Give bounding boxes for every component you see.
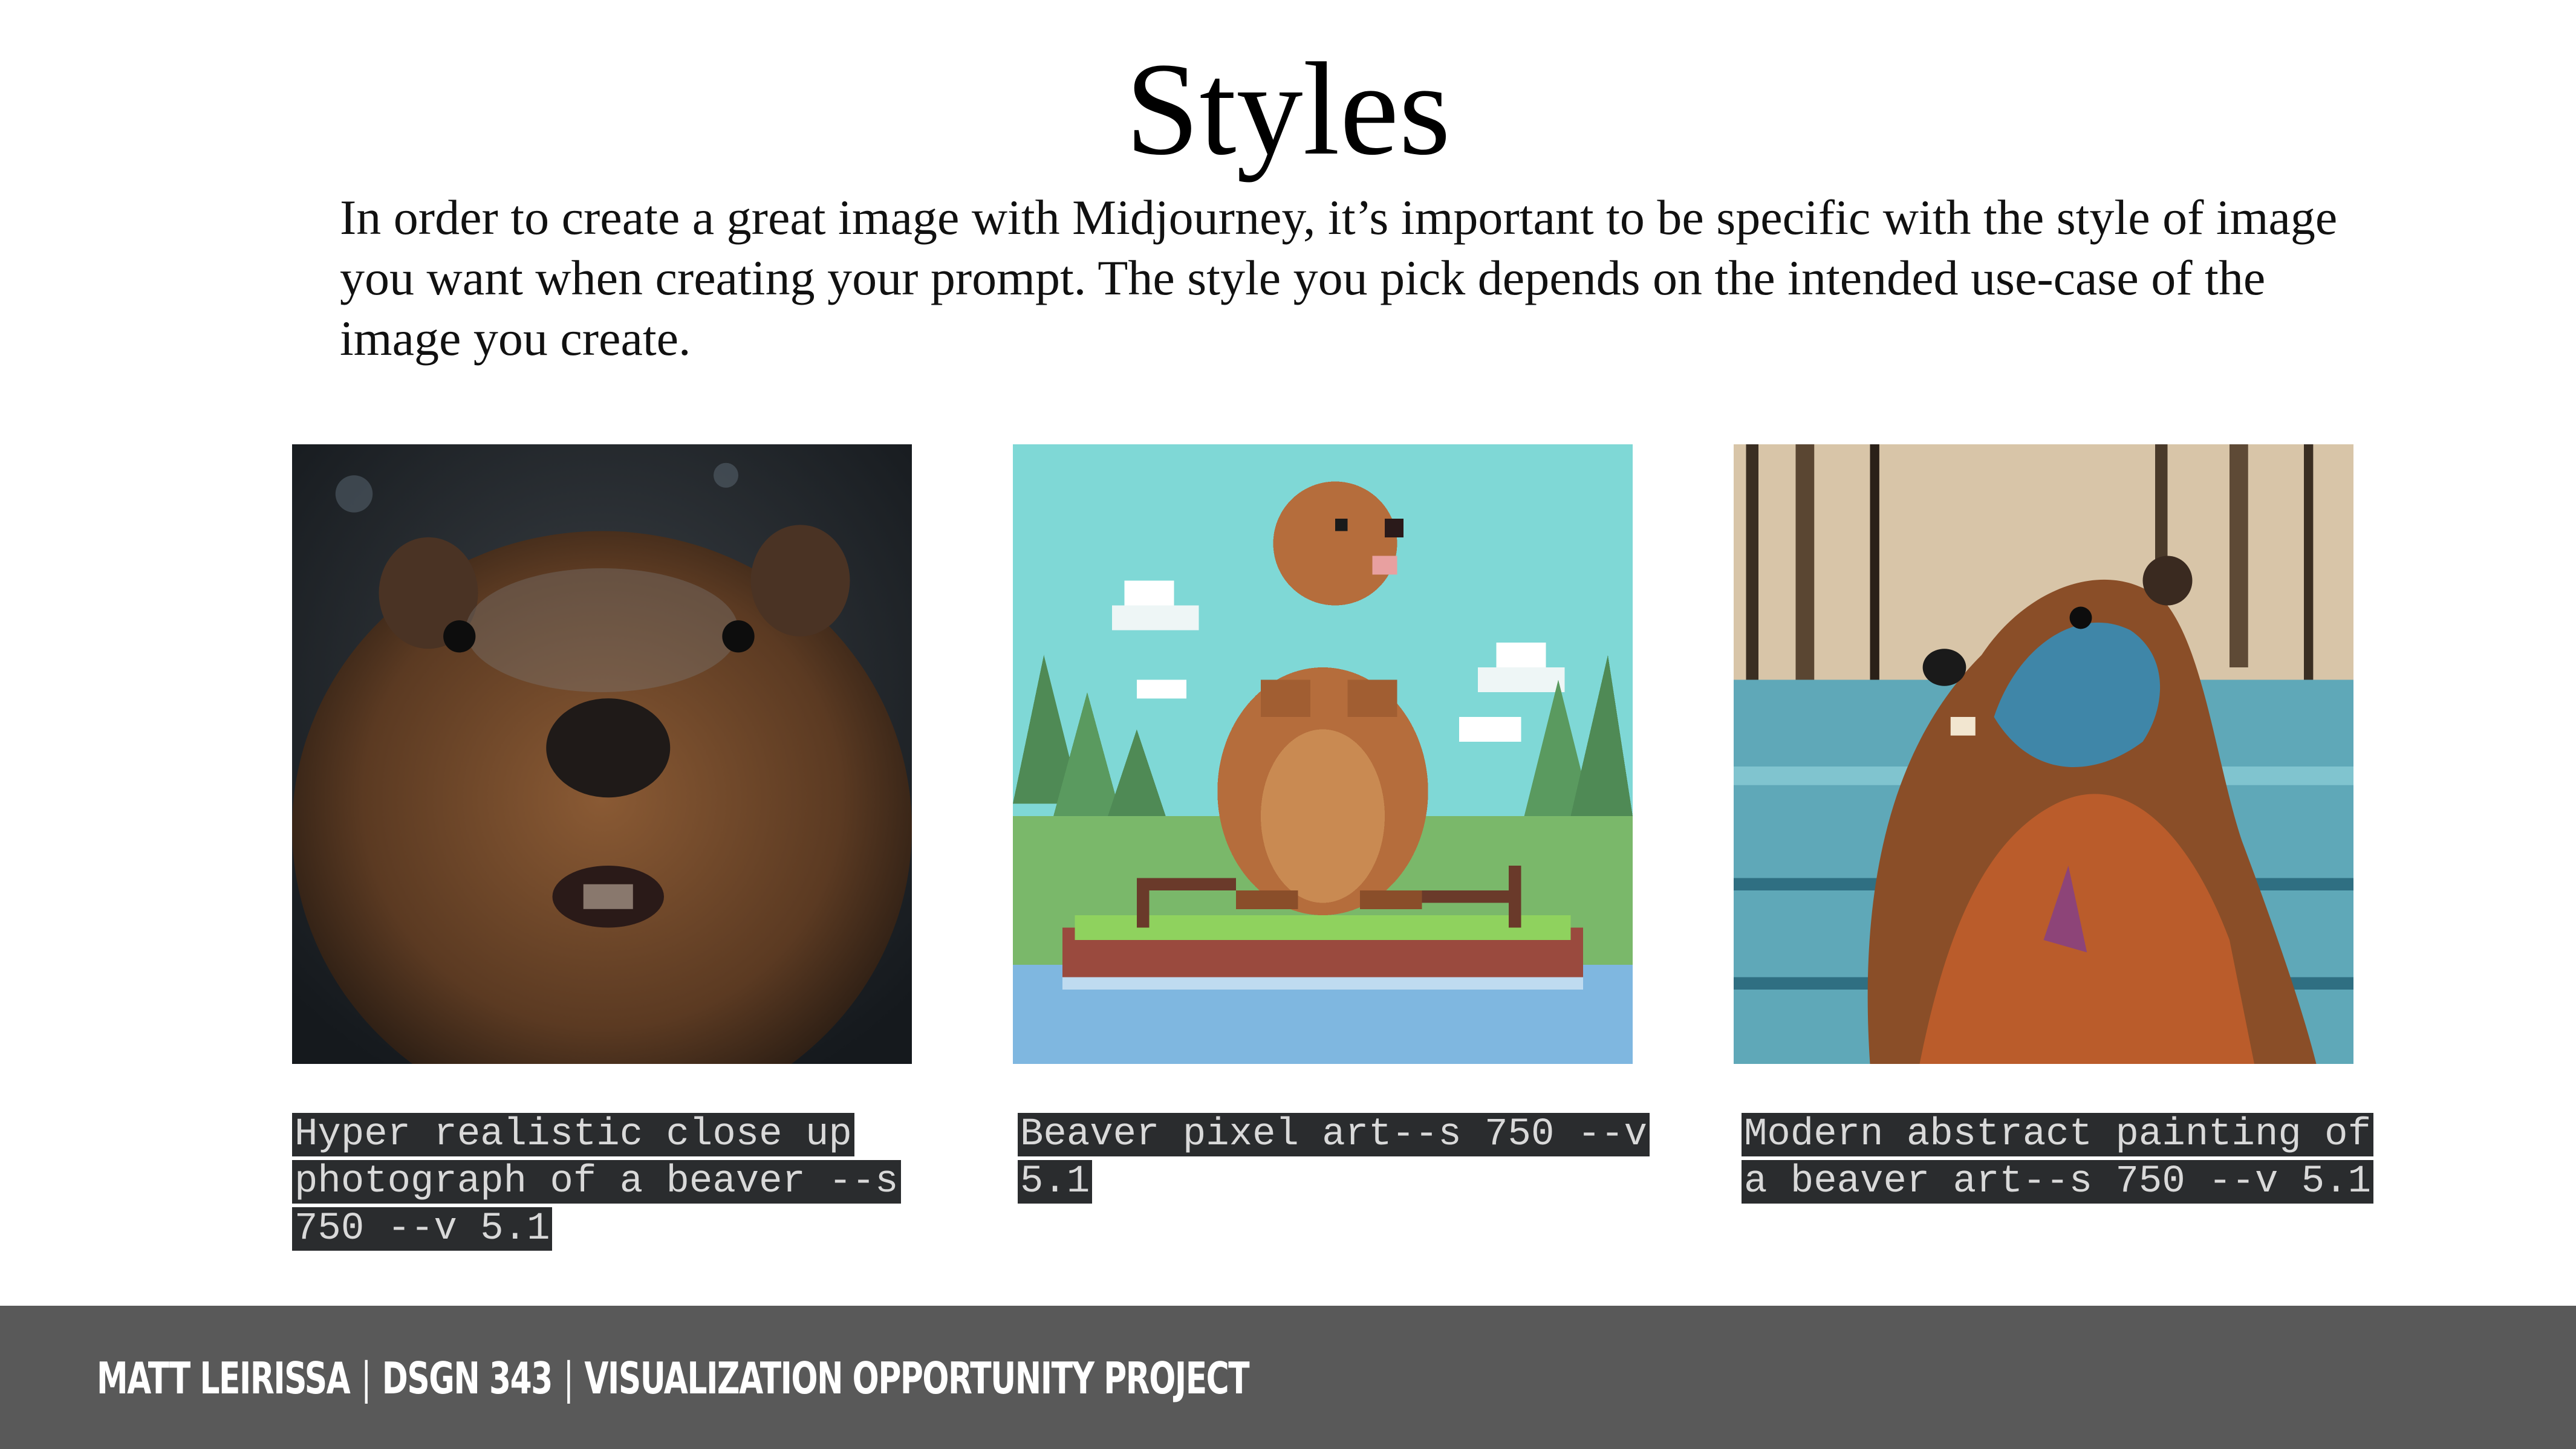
footer-course: DSGN 343 [382,1353,553,1404]
beaver-abstract-painting-image [1734,444,2353,1064]
caption-line: photograph of a beaver --s [292,1160,901,1204]
footer-separator: | [563,1353,574,1404]
slide-title: Styles [1125,35,1451,183]
caption-line: 750 --v 5.1 [292,1207,553,1251]
footer-author: MATT LEIRISSA [97,1353,351,1404]
caption-line: a beaver art--s 750 --v 5.1 [1742,1160,2373,1204]
caption-card-1: Hyper realistic close up photograph of a… [292,1111,957,1253]
slide: Styles In order to create a great image … [0,0,2576,1449]
footer-project: VISUALIZATION OPPORTUNITY PROJECT [584,1353,1249,1404]
caption-line: Beaver pixel art--s 750 --v [1018,1113,1650,1156]
footer-bar: MATT LEIRISSA | DSGN 343 | VISUALIZATION OPP… [0,1306,2576,1449]
footer-separator: | [361,1353,371,1404]
intro-paragraph: In order to create a great image with Mi… [340,190,2338,366]
caption-line: Hyper realistic close up [292,1113,854,1156]
caption-line: 5.1 [1018,1160,1093,1204]
caption-card-2: Beaver pixel art--s 750 --v 5.1 [1018,1111,1683,1205]
footer-text: MATT LEIRISSA | DSGN 343 | VISUALIZATION OPP… [97,1348,1250,1408]
caption-line: Modern abstract painting of [1742,1113,2373,1156]
beaver-photo-image [292,444,912,1064]
beaver-pixel-art-image [1013,444,1633,1064]
caption-card-3: Modern abstract painting of a beaver art… [1742,1111,2407,1205]
